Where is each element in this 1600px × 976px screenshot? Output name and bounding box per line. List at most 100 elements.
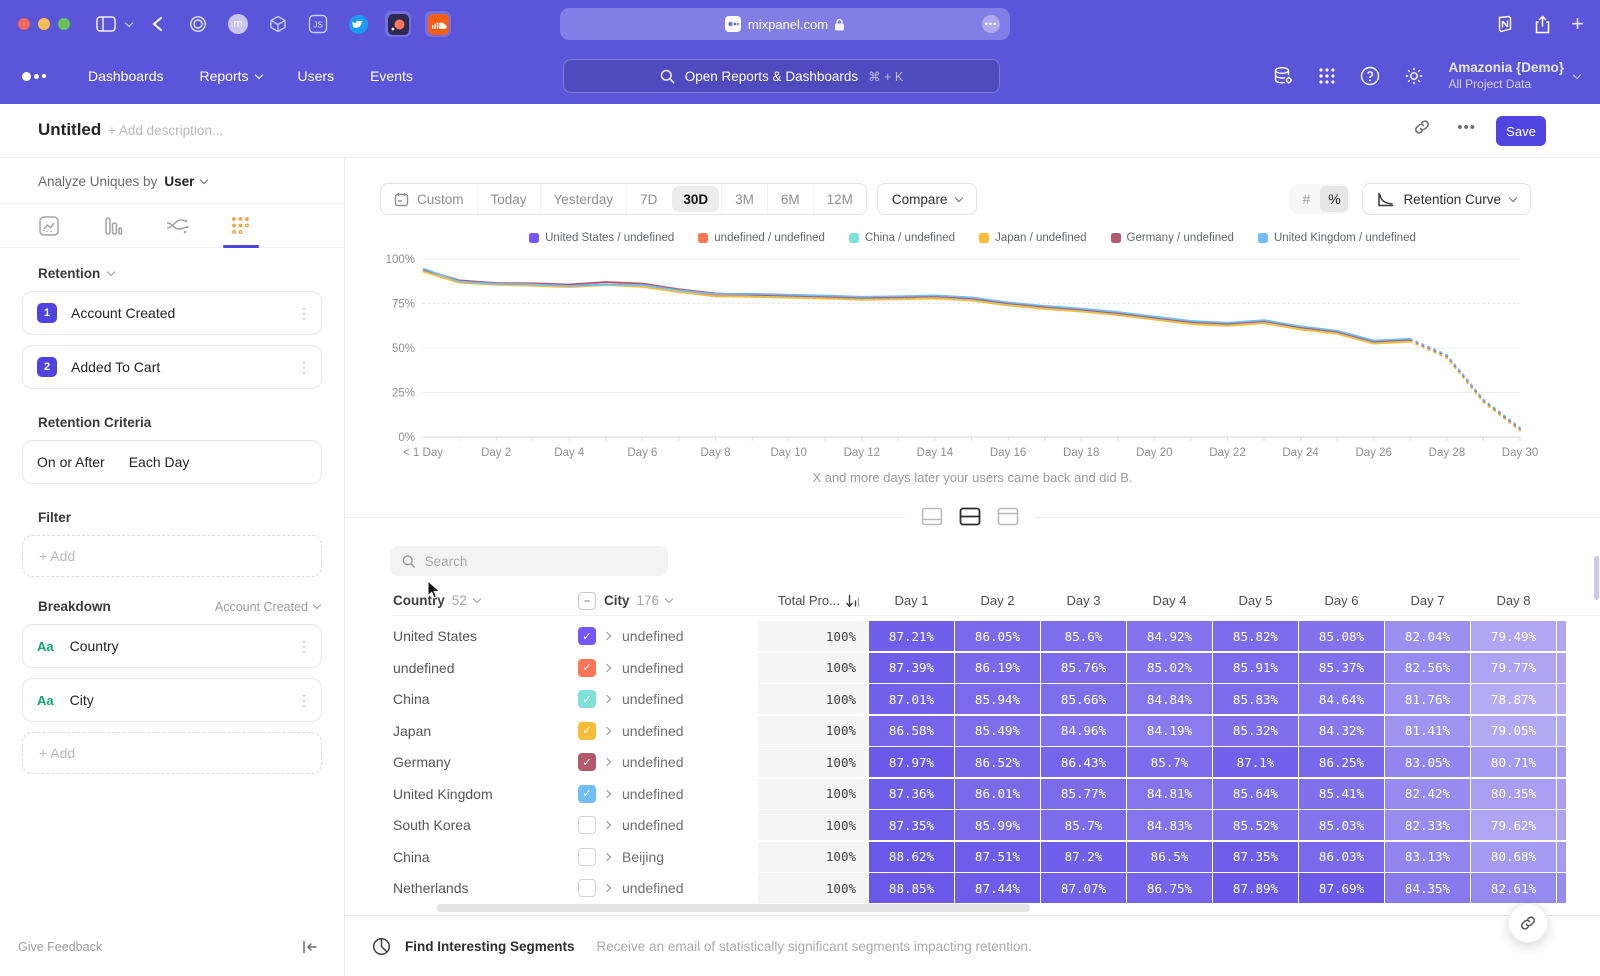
date-range-12m[interactable]: 12M [813,184,866,214]
retention-cell-day-6[interactable]: 87.69% [1299,873,1384,903]
retention-cell-day-1[interactable]: 87.97% [869,747,954,777]
expand-row-icon[interactable] [604,822,622,828]
sidebar-toggle-icon[interactable] [96,16,116,32]
row-checkbox[interactable] [578,816,596,834]
table-only-view-button[interactable] [993,503,1023,530]
retention-cell-day-6[interactable]: 85.37% [1299,653,1384,683]
retention-cell-day-4[interactable]: 85.7% [1127,747,1212,777]
retention-section-title[interactable]: Retention [38,266,100,281]
retention-cell-day-5[interactable]: 85.91% [1213,653,1298,683]
link-icon[interactable] [1413,118,1431,136]
retention-cell-day-3[interactable]: 87.2% [1041,842,1126,872]
retention-cell-day-7[interactable]: 82.33% [1385,810,1470,840]
retention-cell-day-1[interactable]: 88.85% [869,873,954,903]
retention-cell-day-4[interactable]: 84.19% [1127,716,1212,746]
retention-cell-day-3[interactable]: 87.07% [1041,873,1126,903]
expand-row-icon[interactable] [604,665,622,671]
retention-cell-day-5[interactable]: 87.35% [1213,842,1298,872]
criteria-each-day-select[interactable]: Each Day [129,454,307,470]
nav-item-events[interactable]: Events [370,68,413,84]
retention-cell-day-2[interactable]: 86.05% [955,621,1040,651]
legend-item-china-undefined[interactable]: China / undefined [849,232,955,244]
row-checkbox[interactable]: ✓ [578,722,596,740]
js-icon[interactable]: JS [305,11,331,37]
retention-cell-day-1[interactable]: 88.62% [869,842,954,872]
more-icon[interactable]: ••• [1457,119,1476,136]
add-breakdown-button[interactable]: + Add [22,732,322,774]
retention-cell-day-3[interactable]: 86.43% [1041,747,1126,777]
row-checkbox[interactable]: ✓ [578,753,596,771]
retention-cell-day-4[interactable]: 84.81% [1127,779,1212,809]
legend-item-united-kingdom-undefined[interactable]: United Kingdom / undefined [1258,232,1416,244]
retention-cell-day-5[interactable]: 85.32% [1213,716,1298,746]
new-tab-icon[interactable]: + [1571,11,1584,37]
horizontal-scrollbar-thumb[interactable] [437,904,1030,912]
cube-icon[interactable] [265,11,291,37]
retention-cell-day-3[interactable]: 85.76% [1041,653,1126,683]
step-card-added-to-cart[interactable]: 2 Added To Cart ⋮ [22,345,322,389]
chart-only-view-button[interactable] [917,503,947,530]
retention-cell-day-3[interactable]: 85.66% [1041,684,1126,714]
close-window-button[interactable] [18,18,30,30]
retention-cell-day-4[interactable]: 86.75% [1127,873,1212,903]
retention-cell-day-5[interactable]: 85.83% [1213,684,1298,714]
flows-tab-icon[interactable] [156,206,198,246]
retention-cell-day-4[interactable]: 84.92% [1127,621,1212,651]
expand-row-icon[interactable] [604,696,622,702]
vertical-scrollbar-thumb[interactable] [1594,556,1599,600]
day-column-header-day-4[interactable]: Day 4 [1127,593,1212,608]
row-checkbox[interactable]: ✓ [578,690,596,708]
retention-cell-day-3[interactable]: 85.77% [1041,779,1126,809]
retention-cell-day-6[interactable]: 85.08% [1299,621,1384,651]
breakdown-card-country[interactable]: Aa Country ⋮ [22,624,322,668]
retention-cell-day-4[interactable]: 84.84% [1127,684,1212,714]
breakdown-menu-icon[interactable]: ⋮ [297,698,307,703]
retention-cell-day-6[interactable]: 86.03% [1299,842,1384,872]
row-checkbox[interactable]: ✓ [578,659,596,677]
expand-row-icon[interactable] [604,759,622,765]
date-range-30d[interactable]: 30D [672,186,719,212]
breakdown-menu-icon[interactable]: ⋮ [297,644,307,649]
retention-cell-day-5[interactable]: 87.89% [1213,873,1298,903]
expand-row-icon[interactable] [604,885,622,891]
retention-cell-day-1[interactable]: 87.39% [869,653,954,683]
retention-cell-day-8[interactable]: 79.49% [1471,621,1556,651]
retention-cell-day-4[interactable]: 84.83% [1127,810,1212,840]
nav-item-dashboards[interactable]: Dashboards [88,68,164,84]
nav-item-users[interactable]: Users [298,68,335,84]
retention-cell-day-3[interactable]: 84.96% [1041,716,1126,746]
retention-cell-day-7[interactable]: 82.42% [1385,779,1470,809]
total-column-header[interactable]: Total Pro... [758,593,868,608]
retention-cell-day-8[interactable]: 78.87% [1471,684,1556,714]
row-checkbox[interactable] [578,879,596,897]
project-switcher[interactable]: Amazonia {Demo} All Project Data [1448,60,1580,92]
retention-cell-day-8[interactable]: 79.77% [1471,653,1556,683]
data-management-icon[interactable] [1273,66,1294,86]
legend-item-germany-undefined[interactable]: Germany / undefined [1111,232,1234,244]
zoom-window-button[interactable] [58,18,70,30]
legend-item-japan-undefined[interactable]: Japan / undefined [979,232,1086,244]
retention-tab-icon[interactable] [220,206,262,246]
day-column-header-day-1[interactable]: Day 1 [869,593,954,608]
legend-item-united-states-undefined[interactable]: United States / undefined [529,232,674,244]
mixpanel-tab-icon[interactable] [385,11,411,37]
day-column-header-day-8[interactable]: Day 8 [1471,593,1556,608]
row-checkbox[interactable] [578,848,596,866]
minimize-window-button[interactable] [38,18,50,30]
retention-cell-day-6[interactable]: 85.03% [1299,810,1384,840]
percentage-toggle[interactable]: % [1320,186,1348,212]
retention-cell-day-2[interactable]: 86.52% [955,747,1040,777]
retention-cell-day-2[interactable]: 85.99% [955,810,1040,840]
split-view-button[interactable] [955,503,985,530]
retention-cell-day-6[interactable]: 86.25% [1299,747,1384,777]
retention-cell-day-4[interactable]: 86.5% [1127,842,1212,872]
retention-cell-day-8[interactable]: 80.71% [1471,747,1556,777]
table-search-input[interactable] [425,554,656,569]
expand-row-icon[interactable] [604,791,622,797]
save-button[interactable]: Save [1496,116,1546,146]
retention-cell-day-1[interactable]: 87.01% [869,684,954,714]
retention-cell-day-7[interactable]: 81.41% [1385,716,1470,746]
retention-cell-day-8[interactable]: 80.68% [1471,842,1556,872]
day-column-header-day-5[interactable]: Day 5 [1213,593,1298,608]
ring-icon[interactable] [185,11,211,37]
